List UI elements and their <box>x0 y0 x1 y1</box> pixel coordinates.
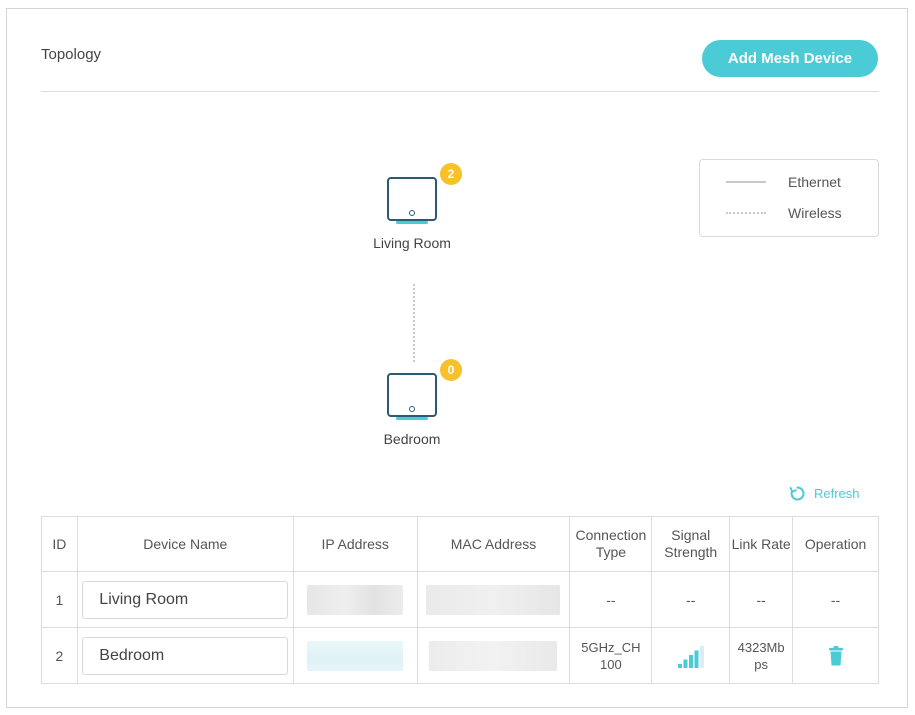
node-label: Bedroom <box>383 431 441 447</box>
redacted-mac <box>429 640 558 671</box>
signal-bar <box>694 650 699 668</box>
router-led-icon <box>409 210 415 216</box>
redacted-ip <box>307 584 404 615</box>
table-row: 1 -- -- -- -- <box>41 571 879 628</box>
wireless-line-icon <box>726 212 766 214</box>
cell-connection-type: -- <box>569 571 653 628</box>
router-led-icon <box>409 406 415 412</box>
refresh-label: Refresh <box>814 486 860 501</box>
cell-link-rate: -- <box>729 571 794 628</box>
refresh-icon <box>789 486 805 501</box>
client-count-badge: 2 <box>440 163 462 185</box>
refresh-button[interactable]: Refresh <box>789 485 860 502</box>
redacted-ip <box>307 640 404 671</box>
trash-icon[interactable] <box>828 645 843 666</box>
add-mesh-device-button[interactable]: Add Mesh Device <box>702 40 878 77</box>
cell-link-rate: 4323Mbps <box>729 627 794 684</box>
device-name-input[interactable] <box>82 636 289 675</box>
topology-node-bedroom[interactable]: 0 Bedroom <box>352 359 472 447</box>
header-divider <box>41 91 879 92</box>
cell-operation <box>792 627 879 684</box>
page-title: Topology <box>41 46 102 63</box>
cell-signal-strength <box>651 627 731 684</box>
table-header-row: ID Device Name IP Address MAC Address Co… <box>41 516 879 572</box>
node-label: Living Room <box>373 235 451 251</box>
legend-ethernet-label: Ethernet <box>788 174 841 190</box>
col-header-signal-strength: Signal Strength <box>651 516 731 572</box>
col-header-link-rate: Link Rate <box>729 516 794 572</box>
topology-panel: Topology Add Mesh Device Ethernet Wirele… <box>6 8 908 708</box>
cell-id: 2 <box>41 627 78 684</box>
signal-strength-icon <box>677 645 704 668</box>
cell-ip-address <box>292 627 418 684</box>
mesh-router-icon <box>387 177 437 224</box>
signal-bar <box>688 654 693 668</box>
legend-wireless-label: Wireless <box>788 205 842 221</box>
legend-ethernet: Ethernet <box>726 174 841 190</box>
topology-node-living-room[interactable]: 2 Living Room <box>352 163 472 251</box>
col-header-mac-address: MAC Address <box>416 516 571 572</box>
signal-bar <box>683 659 688 668</box>
link-rate-text: 4323Mbps <box>737 639 785 672</box>
signal-bar <box>699 645 704 668</box>
client-count-badge: 0 <box>440 359 462 381</box>
cell-ip-address <box>292 571 418 628</box>
cell-device-name <box>76 627 294 684</box>
cell-mac-address <box>416 627 571 684</box>
cell-id: 1 <box>41 571 78 628</box>
wireless-link <box>413 284 415 362</box>
mesh-router-icon <box>387 373 437 420</box>
col-header-id: ID <box>41 516 78 572</box>
cell-device-name <box>76 571 294 628</box>
ethernet-line-icon <box>726 181 766 183</box>
cell-mac-address <box>416 571 571 628</box>
col-header-ip-address: IP Address <box>292 516 418 572</box>
redacted-mac <box>426 584 561 615</box>
cell-signal-strength: -- <box>651 571 731 628</box>
table-row: 2 5GHz_CH100 4323Mbps <box>41 627 879 684</box>
signal-bar <box>677 663 682 668</box>
legend-wireless: Wireless <box>726 205 842 221</box>
col-header-connection-type: Connection Type <box>569 516 653 572</box>
device-table: ID Device Name IP Address MAC Address Co… <box>41 516 879 684</box>
cell-connection-type: 5GHz_CH100 <box>569 627 653 684</box>
topology-legend: Ethernet Wireless <box>699 159 879 237</box>
cell-operation: -- <box>792 571 879 628</box>
col-header-operation: Operation <box>792 516 879 572</box>
col-header-device-name: Device Name <box>76 516 294 572</box>
device-name-input[interactable] <box>82 580 289 619</box>
connection-type-text: 5GHz_CH100 <box>581 639 641 672</box>
